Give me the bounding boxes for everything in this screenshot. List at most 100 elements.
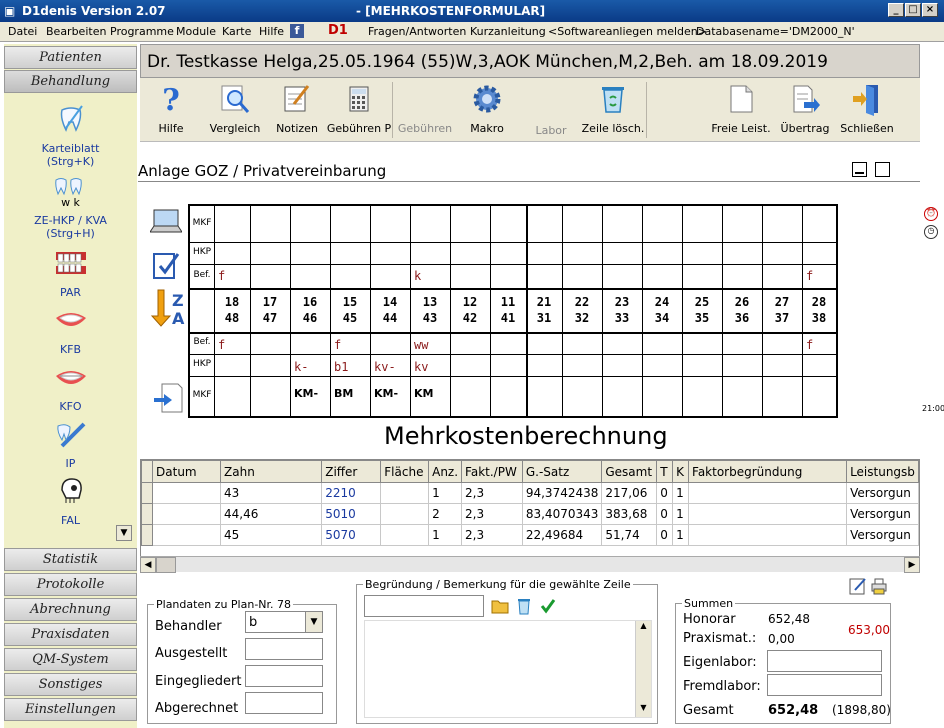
sidebar-statistik[interactable]: Statistik (4, 548, 137, 571)
scroll-thumb[interactable] (156, 557, 176, 573)
edit-icon[interactable] (849, 577, 867, 595)
tooth-number[interactable]: 12 42 (450, 294, 490, 326)
table-cell[interactable]: 2,3 (461, 482, 523, 504)
tooth-number-upper[interactable]: 18 (214, 294, 250, 310)
dental-chart-icon[interactable] (54, 248, 88, 278)
tooth-number[interactable]: 11 41 (490, 294, 526, 326)
table-cell[interactable]: 83,4070343 (521, 503, 603, 525)
upper-bef-cell[interactable]: k (414, 269, 421, 283)
teeth-pair-icon[interactable] (54, 176, 84, 198)
uebertrag-button[interactable]: Übertrag (781, 82, 829, 135)
table-cell[interactable]: 0 (656, 524, 674, 546)
tooth-number-lower[interactable]: 44 (370, 310, 410, 326)
table-cell[interactable]: 43 (220, 482, 323, 504)
table-cell[interactable] (152, 503, 222, 525)
import-document-icon[interactable] (152, 382, 184, 414)
menu-hilfe[interactable]: Hilfe (259, 25, 284, 38)
abgerechnet-field[interactable] (245, 692, 323, 714)
notizen-button[interactable]: Notizen (276, 82, 318, 135)
print-icon[interactable] (870, 577, 888, 595)
tooth-number-lower[interactable]: 33 (602, 310, 642, 326)
checklist-icon[interactable] (150, 250, 182, 282)
table-cell[interactable]: 1 (428, 524, 463, 546)
tooth-number-upper[interactable]: 22 (562, 294, 602, 310)
table-cell[interactable]: 94,3742438 (521, 482, 603, 504)
recycle-bin-small-icon[interactable] (516, 597, 532, 615)
sidebar-abrechnung[interactable]: Abrechnung (4, 598, 137, 621)
row-indicator[interactable] (140, 503, 154, 525)
table-cell[interactable] (688, 482, 848, 504)
begruendung-textarea[interactable]: ▲ ▼ (364, 620, 652, 718)
labor-button[interactable]: Labor (534, 82, 568, 138)
sidebar-sonstiges[interactable]: Sonstiges (4, 673, 137, 696)
minimize-button[interactable]: _ (888, 3, 904, 17)
table-cell[interactable] (380, 524, 430, 546)
sidebar-item-par[interactable]: PAR (4, 286, 137, 299)
col-anz[interactable]: Anz. (428, 460, 463, 483)
col-zahn[interactable]: Zahn (220, 460, 323, 483)
table-cell[interactable]: 5010 (321, 503, 382, 525)
tooth-number-upper[interactable]: 26 (722, 294, 762, 310)
eigenlabor-field[interactable] (767, 650, 882, 672)
tooth-number-upper[interactable]: 16 (290, 294, 330, 310)
tooth-number[interactable]: 15 45 (330, 294, 370, 326)
alarm-clock-icon[interactable]: ⏰ (924, 207, 938, 221)
sort-za-icon[interactable]: ZA (150, 288, 186, 328)
table-cell[interactable]: 1 (672, 524, 690, 546)
menu-programme[interactable]: Programme (110, 25, 174, 38)
vergleich-button[interactable]: Vergleich (210, 82, 260, 135)
menu-kurzanleitung[interactable]: Kurzanleitung (470, 25, 546, 38)
close-button[interactable]: × (922, 3, 938, 17)
table-cell[interactable]: 2 (428, 503, 463, 525)
tooth-number-lower[interactable]: 35 (682, 310, 722, 326)
col-ziffer[interactable]: Ziffer (321, 460, 382, 483)
folder-icon[interactable] (491, 598, 509, 614)
scroll-left-arrow[interactable]: ◀ (140, 557, 156, 573)
col-gesamt[interactable]: Gesamt (601, 460, 658, 483)
makro-button[interactable]: Makro (470, 82, 504, 135)
chevron-down-icon[interactable]: ▼ (305, 612, 322, 632)
tooth-number[interactable]: 27 37 (762, 294, 802, 326)
maximize-button[interactable]: □ (905, 3, 921, 17)
fremdlabor-field[interactable] (767, 674, 882, 696)
table-cell[interactable]: 51,74 (601, 524, 658, 546)
tooth-number-lower[interactable]: 43 (410, 310, 450, 326)
tooth-number-lower[interactable]: 48 (214, 310, 250, 326)
lower-hkp-cell[interactable]: b1 (334, 360, 348, 374)
tooth-number-lower[interactable]: 36 (722, 310, 762, 326)
lower-bef-cell[interactable]: f (334, 338, 341, 352)
tooth-number-lower[interactable]: 31 (526, 310, 562, 326)
col-gsatz[interactable]: G.-Satz (521, 460, 603, 483)
lower-hkp-cell[interactable]: kv (414, 360, 428, 374)
tooth-number-upper[interactable]: 13 (410, 294, 450, 310)
table-cell[interactable]: 1 (428, 482, 463, 504)
upper-bef-cell[interactable]: f (218, 269, 225, 283)
schliessen-button[interactable]: Schließen (840, 82, 894, 135)
tooth-number-upper[interactable]: 17 (250, 294, 290, 310)
sidebar-item-ip[interactable]: IP (4, 457, 137, 470)
table-cell[interactable] (380, 482, 430, 504)
tooth-number[interactable]: 21 31 (526, 294, 562, 326)
checkmark-icon[interactable] (540, 598, 556, 614)
sidebar-behandlung[interactable]: Behandlung (4, 70, 137, 93)
table-cell[interactable]: 2210 (321, 482, 382, 504)
tooth-number[interactable]: 22 32 (562, 294, 602, 326)
lower-mkf-cell[interactable]: KM (414, 387, 433, 400)
tooth-number[interactable]: 26 36 (722, 294, 762, 326)
table-cell[interactable]: 45 (220, 524, 323, 546)
table-row[interactable]: 44,46 5010 2 2,3 83,4070343 383,68 0 1 Versorgun (140, 503, 919, 525)
sidebar-item-kfb[interactable]: KFB (4, 343, 137, 356)
lower-mkf-cell[interactable]: BM (334, 387, 353, 400)
tooth-number[interactable]: 14 44 (370, 294, 410, 326)
minimize-panel-icon[interactable] (852, 162, 867, 177)
laptop-icon[interactable] (150, 208, 182, 236)
tooth-number[interactable]: 13 43 (410, 294, 450, 326)
table-cell[interactable] (152, 482, 222, 504)
tooth-brush-icon[interactable] (56, 104, 86, 134)
gebuehren-button[interactable]: Gebühren (398, 82, 452, 138)
tooth-number[interactable]: 23 33 (602, 294, 642, 326)
tooth-number-lower[interactable]: 46 (290, 310, 330, 326)
tooth-number-lower[interactable]: 34 (642, 310, 682, 326)
col-t[interactable]: T (656, 460, 674, 483)
menu-module[interactable]: Module (176, 25, 216, 38)
